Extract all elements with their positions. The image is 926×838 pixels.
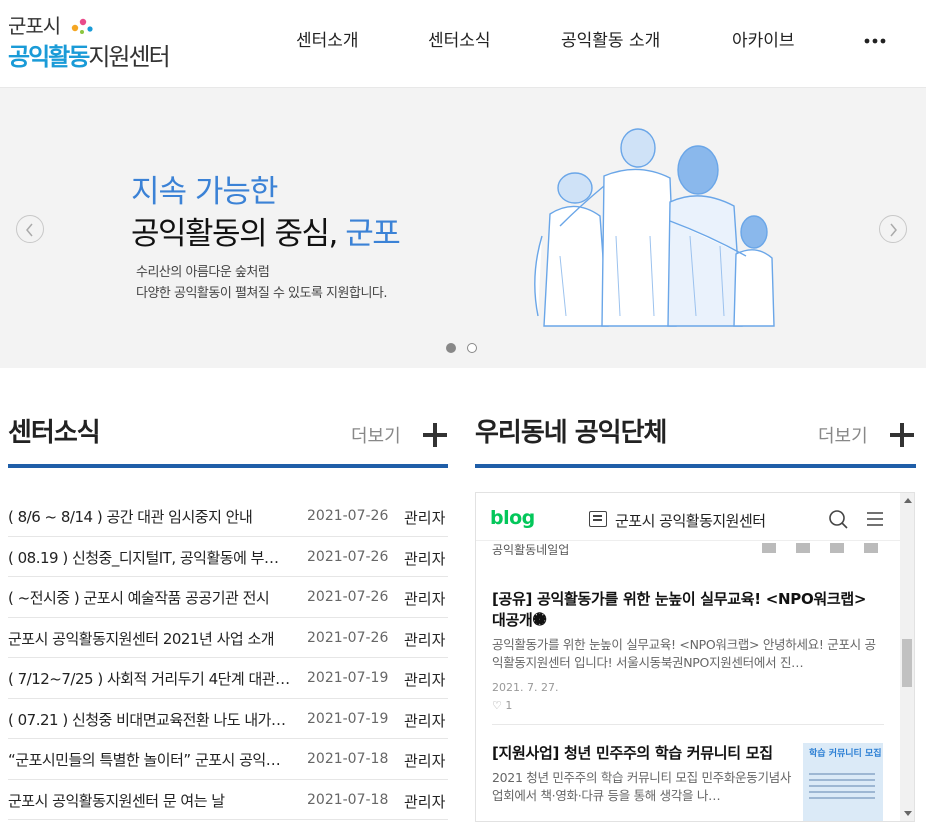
search-icon[interactable] <box>828 509 848 529</box>
thumbnail-lines <box>809 773 875 803</box>
logo-dots-icon <box>71 18 93 34</box>
hero-headline-1: 지속 가능한 <box>131 174 278 210</box>
center-news-title: 센터소식 <box>8 418 101 448</box>
news-title[interactable]: “군포시민들의 특별한 놀이터” 군포시 공익… <box>8 749 304 770</box>
more-dots-icon[interactable] <box>862 30 888 50</box>
logo-line2: 공익활동지원센터 <box>8 43 171 71</box>
news-row[interactable]: 군포시 공익활동지원센터 2021년 사업 소개 2021-07-26 관리자 <box>8 618 448 658</box>
news-title[interactable]: ( 08.19 ) 신청중_디지털IT, 공익활동에 부… <box>8 547 304 568</box>
hero-slider: 지속 가능한 공익활동의 중심, 군포 수리산의 아름다운 숲처럼 다양한 공익… <box>0 88 926 368</box>
hero-desc-2: 다양한 공익활동이 펼쳐질 수 있도록 지원합니다. <box>136 286 388 301</box>
scroll-down-arrow-icon[interactable] <box>904 811 912 816</box>
news-row[interactable]: “군포시민들의 특별한 놀이터” 군포시 공익… 2021-07-18 관리자 <box>8 739 448 780</box>
news-row[interactable]: ( 8/6 ~ 8/14 ) 공간 대관 임시중지 안내 2021-07-26 … <box>8 496 448 537</box>
post-title[interactable]: [지원사업] 청년 민주주의 학습 커뮤니티 모집 <box>492 743 792 764</box>
post-excerpt: 공익활동가를 위한 눈높이 실무교육! <NPO워크랩> 안녕하세요! 군포시 … <box>492 637 876 670</box>
blog-header: blog 군포시 공익활동지원센터 <box>476 493 900 541</box>
family-illustration-icon <box>534 128 775 327</box>
slider-dot-2[interactable] <box>467 343 477 353</box>
site-header: 군포시 공익활동지원센터 센터소개 센터소식 공익활동 소개 아카이브 <box>0 0 926 88</box>
list-icon <box>589 511 607 527</box>
news-author: 관리자 <box>404 671 446 689</box>
news-date: 2021-07-18 <box>307 751 389 767</box>
slider-next-button[interactable] <box>879 215 907 243</box>
local-groups-divider <box>475 464 916 468</box>
hero-headline-2: 공익활동의 중심, 군포 <box>131 216 401 252</box>
scroll-up-arrow-icon[interactable] <box>904 498 912 503</box>
post-likes[interactable]: ♡ 1 <box>492 699 884 712</box>
chevron-right-icon <box>890 223 897 237</box>
blog-scrollbar-thumb[interactable] <box>902 639 912 687</box>
news-title[interactable]: ( 7/12~7/25 ) 사회적 거리두기 4단계 대관… <box>8 668 304 689</box>
news-row[interactable]: ( 07.21 ) 신청중 비대면교육전환 나도 내가… 2021-07-19 … <box>8 699 448 739</box>
news-author: 관리자 <box>404 752 446 770</box>
news-date: 2021-07-26 <box>307 629 389 646</box>
nav-archive[interactable]: 아카이브 <box>732 26 795 51</box>
news-author: 관리자 <box>404 549 446 568</box>
news-date: 2021-07-19 <box>307 710 389 727</box>
blog-logo[interactable]: blog <box>490 507 535 529</box>
center-news-list: ( 8/6 ~ 8/14 ) 공간 대관 임시중지 안내 2021-07-26 … <box>8 496 448 820</box>
news-title[interactable]: ( 07.21 ) 신청중 비대면교육전환 나도 내가… <box>8 709 304 730</box>
nav-center-news[interactable]: 센터소식 <box>428 26 491 51</box>
blog-widget: blog 군포시 공익활동지원센터 공익활동네일업 [공유] 공익활동가를 위한… <box>475 492 915 822</box>
news-date: 2021-07-26 <box>307 548 389 565</box>
post-divider <box>492 724 884 725</box>
center-news-plus-icon[interactable] <box>423 423 447 447</box>
news-row[interactable]: ( 08.19 ) 신청중_디지털IT, 공익활동에 부… 2021-07-26… <box>8 537 448 577</box>
news-date: 2021-07-26 <box>307 508 389 524</box>
logo-line1: 군포시 <box>8 14 61 38</box>
news-date: 2021-07-18 <box>307 791 389 808</box>
local-groups-plus-icon[interactable] <box>890 423 914 447</box>
post-thumbnail[interactable]: 학습 커뮤니티 모집 <box>803 743 883 821</box>
blog-post-1[interactable]: [공유] 공익활동가를 위한 눈높이 실무교육! <NPO워크랩> 대공개🏶 공… <box>492 589 884 712</box>
site-logo[interactable]: 군포시 공익활동지원센터 <box>8 10 183 72</box>
news-author: 관리자 <box>404 792 446 811</box>
view-toggle-icons <box>762 541 882 553</box>
blog-category: 공익활동네일업 <box>492 543 570 555</box>
news-title[interactable]: 군포시 공익활동지원센터 문 여는 날 <box>8 790 304 811</box>
news-date: 2021-07-19 <box>307 670 389 686</box>
center-news-divider <box>8 464 448 468</box>
local-groups-title: 우리동네 공익단체 <box>475 418 667 448</box>
news-author: 관리자 <box>404 630 446 649</box>
news-author: 관리자 <box>404 509 446 527</box>
news-date: 2021-07-26 <box>307 589 389 605</box>
post-title[interactable]: [공유] 공익활동가를 위한 눈높이 실무교육! <NPO워크랩> 대공개🏶 <box>492 589 884 631</box>
post-date: 2021. 7. 27. <box>492 681 559 694</box>
blog-post-2[interactable]: [지원사업] 청년 민주주의 학습 커뮤니티 모집 2021 청년 민주주의 학… <box>492 743 792 805</box>
news-title[interactable]: ( 8/6 ~ 8/14 ) 공간 대관 임시중지 안내 <box>8 506 304 527</box>
post-excerpt: 2021 청년 민주주의 학습 커뮤니티 모집 민주화운동기념사업회에서 책·영… <box>492 770 792 803</box>
nav-activity-intro[interactable]: 공익활동 소개 <box>561 26 660 51</box>
local-groups-more-link[interactable]: 더보기 <box>818 422 868 448</box>
news-author: 관리자 <box>404 590 446 608</box>
news-author: 관리자 <box>404 711 446 730</box>
news-title[interactable]: ( ~전시중 ) 군포시 예술작품 공공기관 전시 <box>8 587 304 608</box>
hero-desc-1: 수리산의 아름다운 숲처럼 <box>136 265 270 280</box>
blog-name[interactable]: 군포시 공익활동지원센터 <box>615 510 766 531</box>
news-row[interactable]: ( 7/12~7/25 ) 사회적 거리두기 4단계 대관… 2021-07-1… <box>8 658 448 699</box>
news-row[interactable]: ( ~전시중 ) 군포시 예술작품 공공기관 전시 2021-07-26 관리자 <box>8 577 448 618</box>
hamburger-menu-icon[interactable] <box>866 510 884 528</box>
thumbnail-label: 학습 커뮤니티 모집 <box>809 749 882 759</box>
news-row[interactable]: 군포시 공익활동지원센터 문 여는 날 2021-07-18 관리자 <box>8 780 448 820</box>
nav-center-intro[interactable]: 센터소개 <box>296 26 359 51</box>
slider-prev-button[interactable] <box>16 215 44 243</box>
chevron-left-icon <box>26 223 33 237</box>
slider-dot-1[interactable] <box>446 343 456 353</box>
center-news-more-link[interactable]: 더보기 <box>351 422 401 448</box>
news-title[interactable]: 군포시 공익활동지원센터 2021년 사업 소개 <box>8 628 304 649</box>
